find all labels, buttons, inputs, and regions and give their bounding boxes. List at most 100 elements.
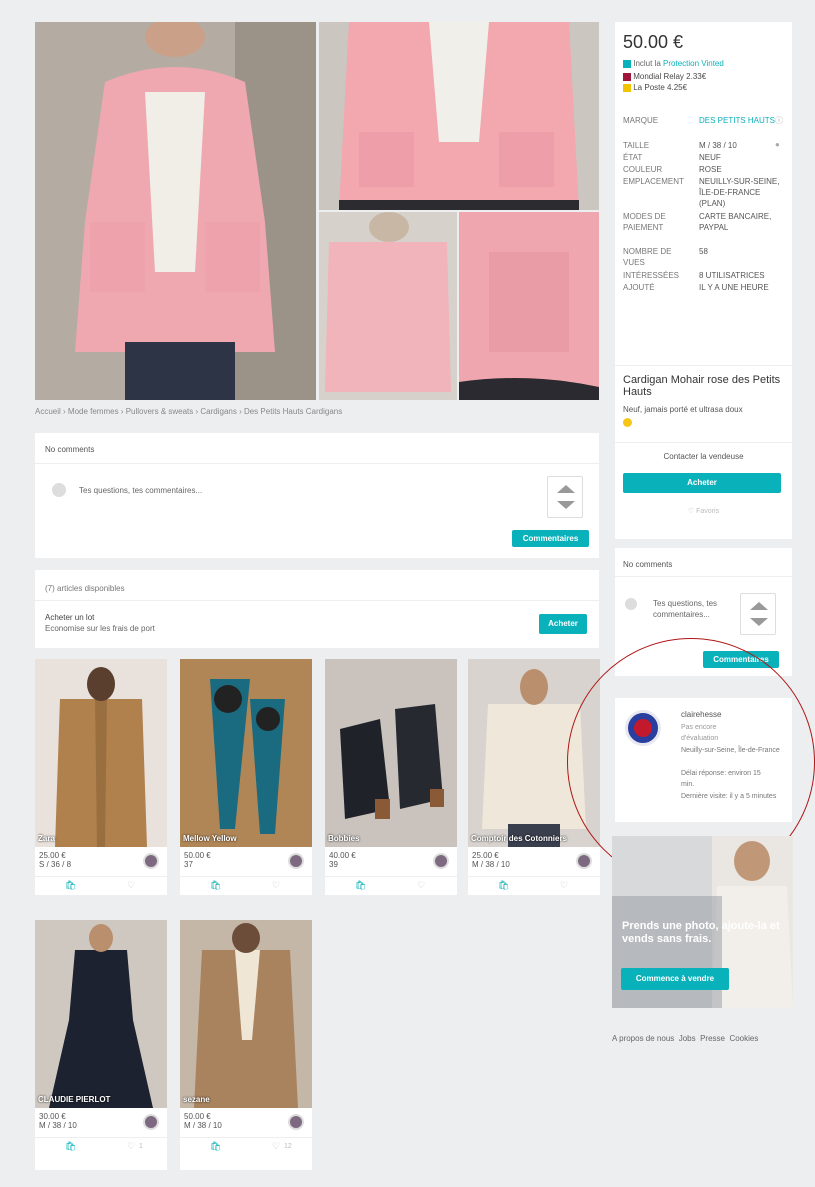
bundle-buy-button[interactable]: Acheter (539, 614, 587, 634)
heart-icon[interactable]: ♡ (127, 880, 135, 891)
comments-panel: No comments Tes questions, tes commentai… (35, 433, 599, 558)
la-poste-icon (623, 83, 631, 92)
footer-link-cookies[interactable]: Cookies (729, 1034, 758, 1043)
detail-label: EMPLACEMENT (623, 177, 684, 186)
cardigan-photo-image (35, 22, 316, 400)
item-brand: Comptoir des Cotonniers (471, 834, 568, 843)
seller-avatar[interactable] (576, 853, 592, 869)
detail-label: AJOUTÉ (623, 283, 655, 292)
heart-icon[interactable]: ♡ (127, 1141, 135, 1152)
promo-text: Prends une photo, ajoute-la et vends san… (622, 920, 780, 945)
seller-avatar[interactable] (143, 1114, 159, 1130)
shipping-option: Mondial Relay 2.33€ (623, 72, 706, 81)
item-price: 50.00 € (184, 851, 211, 860)
comments-title: No comments (623, 560, 673, 569)
item-photo[interactable]: CLAUDIE PIERLOT (35, 920, 167, 1108)
shipping-option: La Poste 4.25€ (623, 83, 687, 92)
item-actions: 🛍 ♡ (35, 876, 167, 895)
item-brand: Mellow Yellow (183, 834, 237, 843)
detail-value: ROSE (699, 165, 722, 174)
bag-icon[interactable]: 🛍 (498, 880, 509, 891)
start-selling-button[interactable]: Commence à vendre (621, 968, 729, 990)
item-price: 25.00 € (39, 851, 66, 860)
seller-avatar[interactable] (288, 853, 304, 869)
stepper[interactable] (740, 593, 776, 635)
info-icon[interactable]: ⓘ (775, 115, 783, 126)
comment-submit-button[interactable]: Commentaires (512, 530, 589, 547)
item-card[interactable]: Mellow Yellow 50.00 € 37 🛍 ♡ (180, 659, 312, 895)
detail-label: MARQUE (623, 116, 659, 125)
item-description: Neuf, jamais porté et ultrasa doux (623, 405, 743, 414)
chevron-up-icon[interactable] (750, 602, 768, 610)
item-size: M / 38 / 10 (39, 1121, 77, 1130)
sell-promo-banner[interactable]: Prends une photo, ajoute-la et vends san… (612, 836, 793, 1008)
bag-icon[interactable]: 🛍 (65, 1141, 76, 1152)
comment-input[interactable]: Tes questions, tes commentaires... (653, 598, 725, 620)
contact-seller-button[interactable]: Contacter la vendeuse (615, 452, 792, 461)
detail-label: TAILLE (623, 141, 650, 150)
boots-image (325, 659, 457, 847)
buy-button[interactable]: Acheter (623, 473, 781, 493)
coat-image (35, 659, 167, 847)
comments-title: No comments (45, 445, 95, 454)
footer-link-press[interactable]: Presse (700, 1034, 725, 1043)
seller-avatar[interactable] (143, 853, 159, 869)
item-actions: 🛍 ♡ (468, 876, 600, 895)
item-brand: Bobbies (328, 834, 360, 843)
item-size: 37 (184, 860, 193, 869)
detail-value: NEUF (699, 153, 721, 162)
bag-icon[interactable]: 🛍 (210, 1141, 221, 1152)
photo-3[interactable] (319, 212, 457, 400)
bundle-subtitle: Economise sur les frais de port (45, 624, 155, 633)
bag-icon[interactable]: 🛍 (355, 880, 366, 891)
details-divider (615, 365, 792, 366)
chevron-down-icon[interactable] (750, 618, 768, 626)
favorite-button[interactable]: ♡ Favoris (615, 507, 792, 515)
detail-value: CARTE BANCAIRE, PAYPAL (699, 212, 772, 232)
item-price: 50.00 € (623, 32, 684, 52)
item-card[interactable]: CLAUDIE PIERLOT 30.00 € M / 38 / 10 🛍 ♡ … (35, 920, 167, 1170)
item-size: M / 38 / 10 (184, 1121, 222, 1130)
seller-avatar[interactable] (433, 853, 449, 869)
item-actions: 🛍 ♡ 12 (180, 1137, 312, 1156)
bag-icon[interactable]: 🛍 (65, 880, 76, 891)
heart-icon[interactable]: ♡ (272, 1141, 280, 1152)
bundle-divider (35, 600, 599, 601)
breadcrumb[interactable]: Accueil › Mode femmes › Pullovers & swea… (35, 407, 595, 416)
comment-input[interactable]: Tes questions, tes commentaires... (79, 486, 202, 495)
info-icon[interactable]: ● (775, 140, 780, 149)
photo-2[interactable] (319, 22, 599, 210)
detail-label: MODES DE PAIEMENT (623, 212, 666, 232)
seller-avatar[interactable] (288, 1114, 304, 1130)
stepper[interactable] (547, 476, 583, 518)
chevron-down-icon[interactable] (557, 501, 575, 509)
item-card[interactable]: Bobbies 40.00 € 39 🛍 ♡ (325, 659, 457, 895)
item-photo[interactable]: sezane (180, 920, 312, 1108)
footer-link-about[interactable]: A propos de nous (612, 1034, 674, 1043)
item-card[interactable]: Zara 25.00 € S / 36 / 8 🛍 ♡ (35, 659, 167, 895)
heart-icon[interactable]: ♡ (417, 880, 425, 891)
detail-value: IL Y A UNE HEURE (699, 283, 769, 292)
heart-icon[interactable]: ♡ (272, 880, 280, 891)
item-card[interactable]: sezane 50.00 € M / 38 / 10 🛍 ♡ 12 (180, 920, 312, 1170)
bag-icon[interactable]: 🛍 (210, 880, 221, 891)
item-photo[interactable]: Mellow Yellow (180, 659, 312, 847)
protection-line: Inclut la Protection Vinted (623, 59, 724, 68)
detail-label: COULEUR (623, 165, 663, 174)
main-photo[interactable] (35, 22, 316, 400)
sandals-image (180, 659, 312, 847)
detail-value: NEUILLY-SUR-SEINE, ÎLE-DE-FRANCE (PLAN) (699, 177, 780, 208)
item-photo[interactable]: Bobbies (325, 659, 457, 847)
item-actions: 🛍 ♡ (325, 876, 457, 895)
footer-link-jobs[interactable]: Jobs (679, 1034, 696, 1043)
heart-icon[interactable]: ♡ (560, 880, 568, 891)
photo-4[interactable] (459, 212, 599, 400)
detail-value[interactable]: DES PETITS HAUTS (699, 115, 783, 126)
chevron-up-icon[interactable] (557, 485, 575, 493)
bundle-panel: (7) articles disponibles Acheter un lot … (35, 570, 599, 648)
protection-link[interactable]: Protection Vinted (663, 59, 724, 68)
item-price: 50.00 € (184, 1112, 211, 1121)
wool-coat-image (180, 920, 312, 1108)
item-size: S / 36 / 8 (39, 860, 72, 869)
item-photo[interactable]: Zara (35, 659, 167, 847)
